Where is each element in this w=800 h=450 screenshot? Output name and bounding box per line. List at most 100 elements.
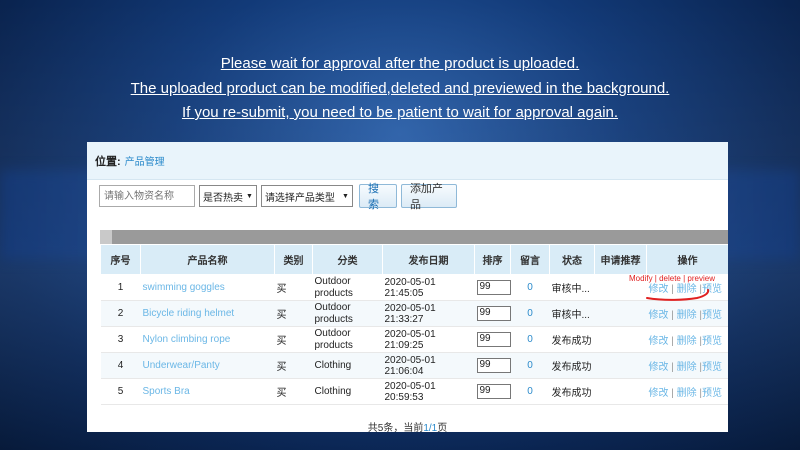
message-count-link[interactable]: 0 [510, 300, 550, 327]
col-header-message: 留言 [510, 244, 550, 275]
pagination: 共5条，当前1/1页 [87, 419, 728, 432]
sort-input[interactable]: 99 [476, 306, 511, 321]
table-row: 5 Sports Bra 买 Clothing 2020-05-01 20:59… [100, 378, 728, 405]
product-name-link[interactable]: Bicycle riding helmet [140, 300, 275, 327]
row-recommend [594, 352, 647, 379]
row-status: 发布成功 [549, 352, 595, 379]
col-header-recommend: 申请推荐 [594, 244, 647, 275]
row-category: Clothing [312, 378, 383, 405]
col-header-actions: 操作 [646, 244, 728, 275]
row-type: 买 [274, 300, 313, 327]
chevron-down-icon: ▼ [246, 192, 253, 200]
col-header-category: 分类 [312, 244, 383, 275]
preview-link[interactable]: 预览 [702, 388, 722, 399]
table-toolbar-bar [100, 230, 728, 244]
product-type-select[interactable]: 请选择产品类型 ▼ [260, 185, 353, 207]
pagination-suffix: 页 [437, 423, 448, 432]
product-name-link[interactable]: Sports Bra [140, 378, 275, 405]
row-category: Outdoor products [312, 300, 383, 327]
row-actions: 修改 | 删除 |预览 [646, 300, 728, 327]
chevron-down-icon: ▼ [342, 192, 349, 200]
row-no: 2 [100, 300, 141, 327]
row-date: 2020-05-01 20:59:53 [382, 378, 475, 405]
row-recommend [594, 326, 647, 353]
row-type: 买 [274, 274, 313, 301]
hot-sale-select-value: 是否热卖 [203, 192, 243, 204]
product-table: 序号 产品名称 类别 分类 发布日期 排序 留言 状态 申请推荐 操作 1 sw… [100, 244, 728, 405]
table-row: 2 Bicycle riding helmet 买 Outdoor produc… [100, 300, 728, 327]
row-actions: 修改 | 删除 |预览 [646, 378, 728, 405]
table-row: 3 Nylon climbing rope 买 Outdoor products… [100, 326, 728, 353]
notice-line-3: If you re-submit, you need to be patient… [181, 104, 619, 121]
filter-bar: 是否热卖 ▼ 请选择产品类型 ▼ 搜索 添加产品 [99, 183, 457, 211]
preview-link[interactable]: 预览 [702, 310, 722, 321]
col-header-status: 状态 [549, 244, 595, 275]
edit-link[interactable]: 修改 [649, 336, 669, 347]
row-actions: 修改 | 删除 |预览 [646, 352, 728, 379]
col-header-date: 发布日期 [382, 244, 475, 275]
row-status: 发布成功 [549, 378, 595, 405]
row-no: 5 [100, 378, 141, 405]
preview-link[interactable]: 预览 [702, 336, 722, 347]
row-status: 审核中... [549, 274, 595, 301]
table-header-row: 序号 产品名称 类别 分类 发布日期 排序 留言 状态 申请推荐 操作 [100, 244, 728, 275]
product-management-panel: 位置: 产品管理 是否热卖 ▼ 请选择产品类型 ▼ 搜索 添加产品 序号 产品名… [87, 142, 728, 432]
row-category: Outdoor products [312, 274, 383, 301]
delete-link[interactable]: 删除 [677, 388, 697, 399]
col-header-type: 类别 [274, 244, 313, 275]
row-date: 2020-05-01 21:33:27 [382, 300, 475, 327]
row-category: Clothing [312, 352, 383, 379]
row-no: 3 [100, 326, 141, 353]
col-header-no: 序号 [100, 244, 141, 275]
delete-link[interactable]: 删除 [677, 310, 697, 321]
search-button[interactable]: 搜索 [358, 183, 397, 211]
breadcrumb-link[interactable]: 产品管理 [125, 153, 165, 168]
notice-banner: Please wait for approval after the produ… [0, 52, 800, 126]
edit-link[interactable]: 修改 [649, 388, 669, 399]
message-count-link[interactable]: 0 [510, 352, 550, 379]
add-product-button[interactable]: 添加产品 [400, 183, 457, 211]
annotation-label: Modify | delete | preview [629, 274, 715, 283]
delete-link[interactable]: 删除 [677, 336, 697, 347]
row-status: 发布成功 [549, 326, 595, 353]
row-no: 4 [100, 352, 141, 379]
annotation-underline [646, 289, 710, 301]
product-type-select-value: 请选择产品类型 [264, 192, 335, 204]
sort-input[interactable]: 99 [476, 332, 511, 347]
row-type: 买 [274, 378, 313, 405]
row-date: 2020-05-01 21:09:25 [382, 326, 475, 353]
breadcrumb-label: 位置: [95, 155, 121, 168]
product-name-input[interactable] [99, 185, 195, 207]
message-count-link[interactable]: 0 [510, 378, 550, 405]
row-type: 买 [274, 352, 313, 379]
row-status: 审核中... [549, 300, 595, 327]
edit-link[interactable]: 修改 [649, 362, 669, 373]
sort-input[interactable]: 99 [476, 280, 511, 295]
table-row: 4 Underwear/Panty 买 Clothing 2020-05-01 … [100, 352, 728, 379]
row-category: Outdoor products [312, 326, 383, 353]
notice-line-1: Please wait for approval after the produ… [220, 55, 580, 72]
row-recommend [594, 378, 647, 405]
row-actions: 修改 | 删除 |预览 [646, 326, 728, 353]
preview-link[interactable]: 预览 [702, 362, 722, 373]
delete-link[interactable]: 删除 [677, 362, 697, 373]
product-name-link[interactable]: Underwear/Panty [140, 352, 275, 379]
col-header-name: 产品名称 [140, 244, 275, 275]
hot-sale-select[interactable]: 是否热卖 ▼ [199, 185, 257, 207]
notice-line-2: The uploaded product can be modified,del… [130, 79, 670, 97]
product-name-link[interactable]: Nylon climbing rope [140, 326, 275, 353]
pagination-current[interactable]: 1/1 [423, 423, 437, 432]
breadcrumb: 位置: 产品管理 [87, 142, 728, 180]
message-count-link[interactable]: 0 [510, 274, 550, 301]
edit-link[interactable]: 修改 [649, 310, 669, 321]
row-no: 1 [100, 274, 141, 301]
message-count-link[interactable]: 0 [510, 326, 550, 353]
sort-input[interactable]: 99 [476, 358, 511, 373]
pagination-prefix: 共5条，当前 [367, 423, 424, 432]
col-header-sort: 排序 [474, 244, 511, 275]
row-date: 2020-05-01 21:06:04 [382, 352, 475, 379]
product-name-link[interactable]: swimming goggles [140, 274, 275, 301]
sort-input[interactable]: 99 [476, 384, 511, 399]
row-date: 2020-05-01 21:45:05 [382, 274, 475, 301]
row-recommend [594, 300, 647, 327]
